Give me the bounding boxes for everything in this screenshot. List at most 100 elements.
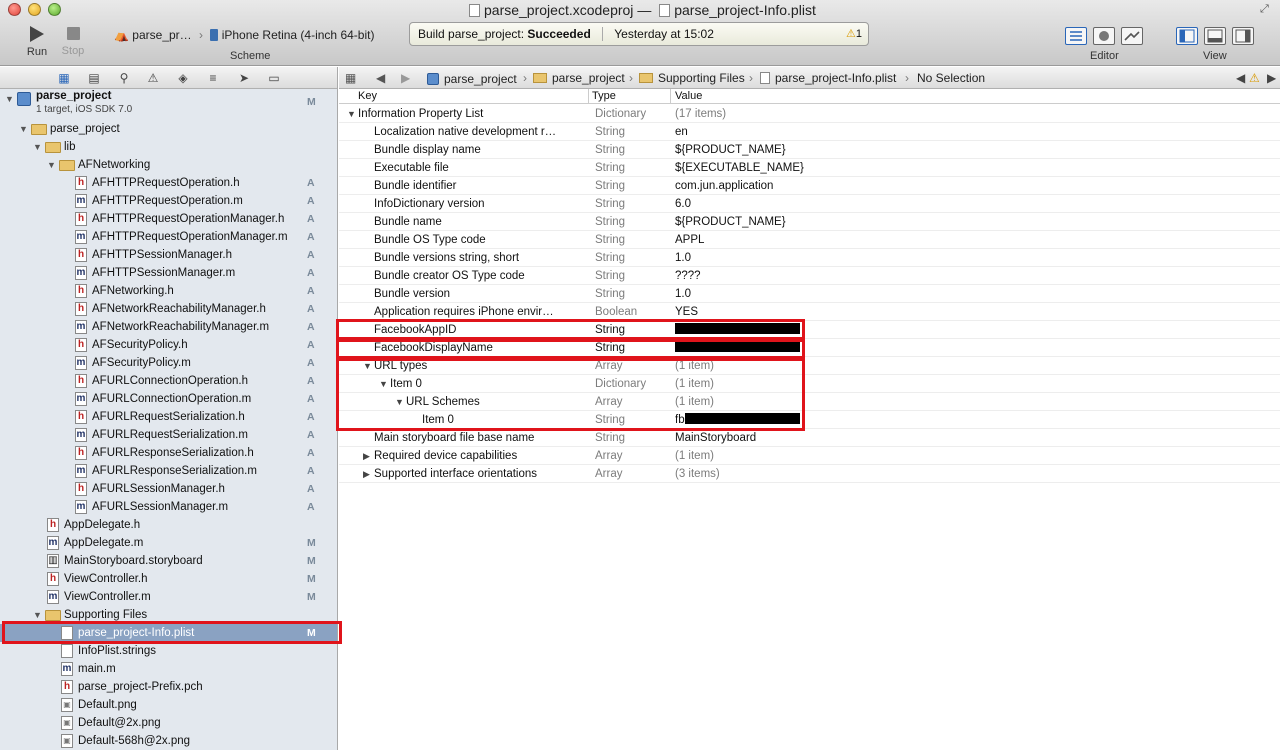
file-row[interactable]: m AFURLSessionManager.m A	[0, 498, 337, 516]
zoom-window-button[interactable]	[48, 3, 61, 16]
plist-value[interactable]: 1.0	[675, 249, 691, 267]
plist-row[interactable]: ▶ Supported interface orientations Array (3…	[339, 465, 1280, 483]
plist-row[interactable]: Bundle creator OS Type code String????	[339, 267, 1280, 285]
plist-key[interactable]: Bundle OS Type code	[374, 231, 486, 249]
file-row[interactable]: h AFURLSessionManager.h A	[0, 480, 337, 498]
group-row[interactable]: ▼ lib	[0, 138, 337, 156]
plist-row[interactable]: Bundle versions string, short String 1.0	[339, 249, 1280, 267]
disclosure-closed-icon[interactable]: ▶	[363, 465, 370, 483]
plist-row[interactable]: Application requires iPhone envir… Boolea…	[339, 303, 1280, 321]
plist-value[interactable]: MainStoryboard	[675, 429, 756, 447]
disclosure-open-icon[interactable]: ▼	[363, 357, 372, 375]
fullscreen-icon[interactable]: ⤢	[1260, 3, 1272, 15]
group-row[interactable]: ▼ parse_project	[0, 120, 337, 138]
plist-row[interactable]: FacebookDisplayName String	[339, 339, 1280, 357]
plist-row[interactable]: Executable file String ${EXECUTABLE_NAME}	[339, 159, 1280, 177]
version-editor-button[interactable]	[1121, 27, 1143, 45]
disclosure-open-icon[interactable]: ▼	[33, 138, 42, 156]
plist-type[interactable]: Array	[595, 447, 622, 465]
file-row[interactable]: ▣ Default.png	[0, 696, 337, 714]
plist-key[interactable]: Bundle identifier	[374, 177, 456, 195]
plist-type[interactable]: String	[595, 195, 625, 213]
plist-value[interactable]: (1 item)	[675, 447, 714, 465]
file-row[interactable]: m AFHTTPRequestOperationManager.m A	[0, 228, 337, 246]
stop-button[interactable]: Stop	[58, 26, 88, 57]
file-row[interactable]: h AFHTTPRequestOperation.h A	[0, 174, 337, 192]
plist-type[interactable]: String	[595, 231, 625, 249]
column-divider[interactable]	[588, 89, 589, 104]
plist-type[interactable]: String	[595, 177, 625, 195]
disclosure-open-icon[interactable]: ▼	[19, 120, 28, 138]
type-column-header[interactable]: Type	[592, 90, 616, 102]
toggle-utilities-button[interactable]	[1232, 27, 1254, 45]
toggle-debug-area-button[interactable]	[1204, 27, 1226, 45]
file-row[interactable]: h AFNetworking.h A	[0, 282, 337, 300]
back-arrow-icon[interactable]: ◀	[376, 71, 385, 85]
plist-type[interactable]: String	[595, 213, 625, 231]
plist-key[interactable]: URL Schemes	[406, 393, 480, 411]
file-row[interactable]: m AppDelegate.m M	[0, 534, 337, 552]
symbol-navigator-icon[interactable]: ▤	[87, 71, 101, 85]
plist-type[interactable]: String	[595, 411, 625, 429]
plist-type[interactable]: String	[595, 339, 625, 357]
plist-type[interactable]: String	[595, 267, 625, 285]
plist-value[interactable]: com.jun.application	[675, 177, 773, 195]
plist-key[interactable]: Executable file	[374, 159, 449, 177]
plist-row[interactable]: ▼ Item 0 Dictionary (1 item)	[339, 375, 1280, 393]
plist-value[interactable]	[675, 339, 800, 357]
file-row[interactable]: InfoPlist.strings	[0, 642, 337, 660]
plist-key[interactable]: Main storyboard file base name	[374, 429, 534, 447]
file-row[interactable]: h AFSecurityPolicy.h A	[0, 336, 337, 354]
plist-row[interactable]: InfoDictionary version String 6.0	[339, 195, 1280, 213]
plist-value[interactable]: ????	[675, 267, 701, 285]
plist-value[interactable]: (1 item)	[675, 375, 714, 393]
plist-value[interactable]	[675, 321, 800, 339]
plist-type[interactable]: String	[595, 159, 625, 177]
plist-value[interactable]: ${PRODUCT_NAME}	[675, 141, 786, 159]
plist-value[interactable]: ${PRODUCT_NAME}	[675, 213, 786, 231]
issue-navigator-icon[interactable]: ⚠	[146, 71, 160, 85]
column-divider[interactable]	[670, 89, 671, 104]
file-row[interactable]: ▣ Default@2x.png	[0, 714, 337, 732]
file-row[interactable]: h parse_project-Prefix.pch	[0, 678, 337, 696]
plist-row[interactable]: Bundle OS Type code String APPL	[339, 231, 1280, 249]
jumpbar-crumb-file[interactable]: parse_project-Info.plist	[760, 71, 896, 85]
plist-row[interactable]: Bundle name String ${PRODUCT_NAME}	[339, 213, 1280, 231]
disclosure-open-icon[interactable]: ▼	[379, 375, 388, 393]
plist-type[interactable]: String	[595, 429, 625, 447]
file-row[interactable]: m AFURLResponseSerialization.m A	[0, 462, 337, 480]
disclosure-open-icon[interactable]: ▼	[47, 156, 56, 174]
standard-editor-button[interactable]	[1065, 27, 1087, 45]
file-row[interactable]: ▣ Default-568h@2x.png	[0, 732, 337, 750]
file-row[interactable]: parse_project-Info.plist M	[0, 624, 337, 642]
close-window-button[interactable]	[8, 3, 21, 16]
next-issue-icon[interactable]: ▶	[1267, 71, 1276, 85]
disclosure-open-icon[interactable]: ▼	[33, 606, 42, 624]
plist-value[interactable]: (17 items)	[675, 105, 726, 123]
file-row[interactable]: m AFHTTPSessionManager.m A	[0, 264, 337, 282]
plist-row[interactable]: ▼ URL Schemes Array (1 item)	[339, 393, 1280, 411]
plist-value[interactable]: YES	[675, 303, 698, 321]
plist-value[interactable]: 1.0	[675, 285, 691, 303]
file-row[interactable]: h AppDelegate.h	[0, 516, 337, 534]
plist-key[interactable]: FacebookAppID	[374, 321, 456, 339]
plist-row[interactable]: FacebookAppID String	[339, 321, 1280, 339]
plist-key[interactable]: InfoDictionary version	[374, 195, 485, 213]
run-button[interactable]: Run	[22, 26, 52, 58]
debug-navigator-icon[interactable]: ≡	[206, 71, 220, 85]
warning-icon[interactable]: ⚠	[1249, 71, 1260, 85]
file-row[interactable]: h AFNetworkReachabilityManager.h A	[0, 300, 337, 318]
plist-key[interactable]: Bundle display name	[374, 141, 481, 159]
plist-key[interactable]: Bundle creator OS Type code	[374, 267, 525, 285]
file-row[interactable]: h ViewController.h M	[0, 570, 337, 588]
plist-row[interactable]: Bundle version String 1.0	[339, 285, 1280, 303]
plist-type[interactable]: Array	[595, 393, 622, 411]
activity-viewer[interactable]: Build parse_project: Succeeded Yesterday…	[409, 22, 869, 46]
key-column-header[interactable]: Key	[358, 90, 377, 102]
assistant-editor-button[interactable]	[1093, 27, 1115, 45]
plist-type[interactable]: String	[595, 285, 625, 303]
plist-row[interactable]: Bundle identifier String com.jun.applicati…	[339, 177, 1280, 195]
jumpbar-crumb-project[interactable]: parse_project	[427, 71, 517, 86]
plist-type[interactable]: String	[595, 321, 625, 339]
plist-key[interactable]: Required device capabilities	[374, 447, 517, 465]
